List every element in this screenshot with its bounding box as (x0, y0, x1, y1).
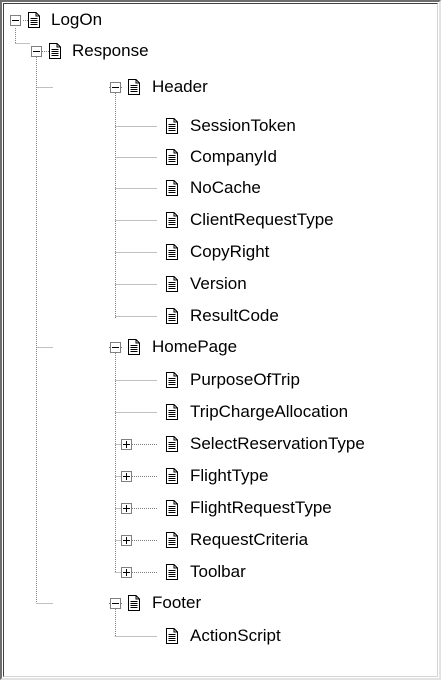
document-icon (166, 276, 178, 292)
expand-icon[interactable] (121, 439, 132, 450)
document-icon (128, 79, 140, 95)
document-icon (166, 532, 178, 548)
document-icon (166, 468, 178, 484)
expand-icon[interactable] (121, 503, 132, 514)
tree-node-label[interactable]: NoCache (190, 178, 261, 198)
tree-node-label[interactable]: CopyRight (190, 242, 269, 262)
tree-node-label[interactable]: Header (152, 77, 208, 97)
document-icon (166, 564, 178, 580)
document-icon (166, 628, 178, 644)
expand-icon[interactable] (121, 471, 132, 482)
tree-node-label[interactable]: ActionScript (190, 626, 281, 646)
tree-node-label[interactable]: FlightType (190, 466, 268, 486)
document-icon (166, 118, 178, 134)
tree-node-label[interactable]: CompanyId (190, 147, 277, 167)
collapse-icon[interactable] (110, 342, 121, 353)
document-icon (128, 595, 140, 611)
document-icon (166, 308, 178, 324)
collapse-icon[interactable] (31, 46, 42, 57)
expand-icon[interactable] (121, 567, 132, 578)
document-icon (49, 43, 61, 59)
tree-node-label[interactable]: TripChargeAllocation (190, 402, 348, 422)
tree-node-label[interactable]: SessionToken (190, 116, 296, 136)
document-icon (166, 149, 178, 165)
collapse-icon[interactable] (10, 15, 21, 26)
document-icon (166, 436, 178, 452)
document-icon (166, 212, 178, 228)
tree-node-label[interactable]: PurposeOfTrip (190, 370, 300, 390)
tree-node-label[interactable]: SelectReservationType (190, 434, 365, 454)
collapse-icon[interactable] (110, 82, 121, 93)
tree-node-label[interactable]: ClientRequestType (190, 210, 334, 230)
document-icon (166, 180, 178, 196)
document-icon (166, 404, 178, 420)
tree-node-label[interactable]: Footer (152, 593, 201, 613)
tree-node-label[interactable]: Version (190, 274, 247, 294)
tree-node-label[interactable]: Response (72, 41, 149, 61)
tree-node-label[interactable]: Toolbar (190, 562, 246, 582)
collapse-icon[interactable] (110, 598, 121, 609)
document-icon (166, 244, 178, 260)
document-icon (166, 500, 178, 516)
tree-node-label[interactable]: FlightRequestType (190, 498, 332, 518)
document-icon (28, 12, 40, 28)
document-icon (166, 372, 178, 388)
tree-view-panel: LogOn Response Header SessionToken CompanyId… (0, 0, 441, 680)
document-icon (128, 339, 140, 355)
expand-icon[interactable] (121, 535, 132, 546)
tree-node-label[interactable]: RequestCriteria (190, 530, 308, 550)
tree-node-label[interactable]: ResultCode (190, 306, 279, 326)
tree-node-label[interactable]: LogOn (51, 10, 102, 30)
tree-node-label[interactable]: HomePage (152, 337, 237, 357)
